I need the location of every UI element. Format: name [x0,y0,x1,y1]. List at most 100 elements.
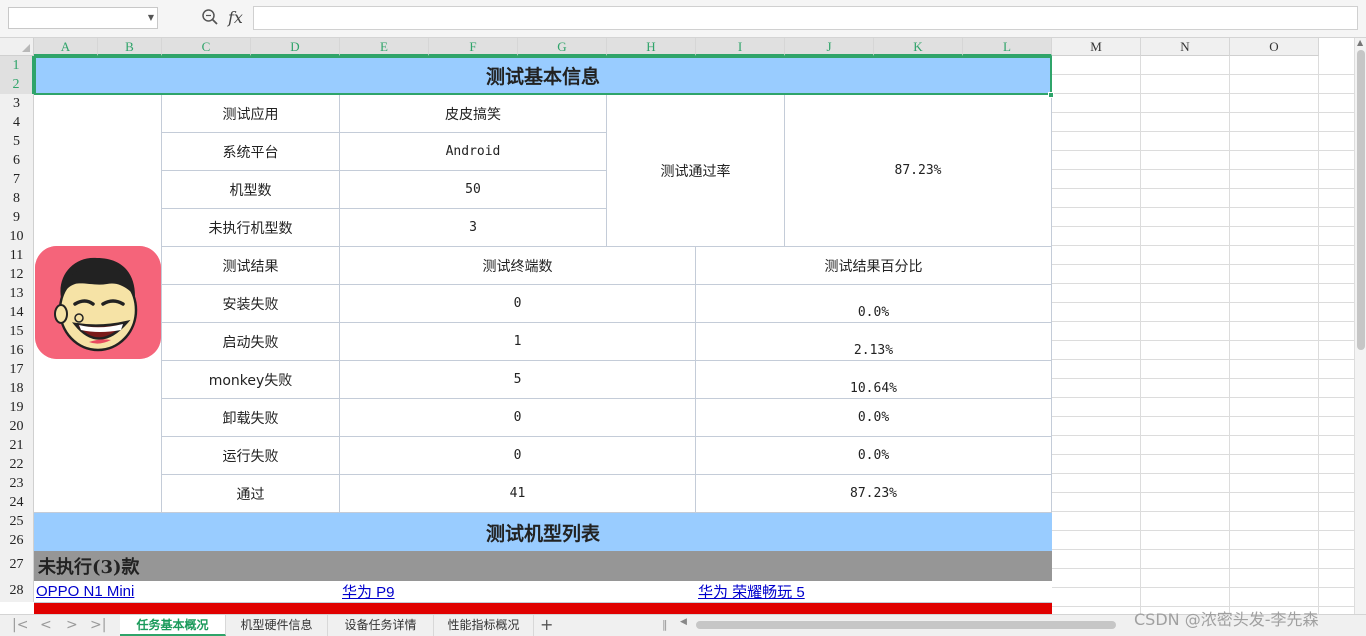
result-label[interactable]: 运行失败 [162,437,340,475]
column-header[interactable]: I [696,38,785,56]
row-header[interactable]: 28 [0,580,34,602]
row-header[interactable]: 11 [0,246,34,265]
column-header[interactable]: H [607,38,696,56]
results-header-result[interactable]: 测试结果 [162,247,340,285]
zoom-icon[interactable] [201,8,219,26]
model-link[interactable]: 华为 荣耀畅玩 5 [696,581,1052,603]
row-header[interactable]: 10 [0,227,34,246]
column-header[interactable]: G [518,38,607,56]
vertical-scrollbar[interactable]: ▲ [1354,38,1366,614]
pass-rate-label[interactable]: 测试通过率 [607,95,785,247]
row-header[interactable]: 22 [0,455,34,474]
row-header[interactable]: 23 [0,474,34,493]
column-header[interactable]: B [98,38,162,56]
last-sheet-icon[interactable]: >| [90,617,106,633]
result-count[interactable]: 1 [340,323,696,361]
split-handle-icon[interactable]: ‖ [662,618,668,631]
row-header[interactable]: 14 [0,303,34,322]
column-header[interactable]: L [963,38,1052,56]
column-header[interactable]: A [34,38,98,56]
column-header[interactable]: F [429,38,518,56]
result-percent[interactable]: 0.0% [696,285,1052,323]
row-header[interactable]: 5 [0,132,34,151]
result-label[interactable]: 安装失败 [162,285,340,323]
column-header[interactable]: O [1230,38,1319,56]
result-count[interactable]: 0 [340,437,696,475]
results-header-count[interactable]: 测试终端数 [340,247,696,285]
info-value-app[interactable]: 皮皮搞笑 [340,95,607,133]
result-percent[interactable]: 0.0% [696,437,1052,475]
row-header[interactable]: 27 [0,550,34,580]
result-percent[interactable]: 2.13% [696,323,1052,361]
name-box[interactable]: ▼ [8,7,158,29]
chevron-down-icon[interactable]: ▼ [148,13,154,22]
row-header[interactable]: 2 [0,75,34,94]
row-header[interactable]: 20 [0,417,34,436]
row-header[interactable]: 16 [0,341,34,360]
row-header[interactable]: 13 [0,284,34,303]
failure-section-header[interactable] [34,603,1052,614]
pass-rate-value[interactable]: 87.23% [785,95,1052,247]
result-label[interactable]: monkey失败 [162,361,340,399]
results-header-percent[interactable]: 测试结果百分比 [696,247,1052,285]
result-count[interactable]: 0 [340,285,696,323]
result-count[interactable]: 0 [340,399,696,437]
model-link[interactable]: OPPO N1 Mini [34,581,340,603]
result-count[interactable]: 41 [340,475,696,513]
result-count[interactable]: 5 [340,361,696,399]
sheet-tab-hardware[interactable]: 机型硬件信息 [226,615,328,636]
column-header[interactable]: D [251,38,340,56]
fx-icon[interactable]: fx [228,8,243,27]
column-header[interactable]: M [1052,38,1141,56]
row-header[interactable]: 7 [0,170,34,189]
next-sheet-icon[interactable]: > [66,617,78,633]
row-header[interactable]: 19 [0,398,34,417]
vertical-scroll-thumb[interactable] [1357,50,1365,350]
row-header[interactable]: 3 [0,94,34,113]
row-header[interactable]: 12 [0,265,34,284]
scroll-up-icon[interactable]: ▲ [1357,38,1363,47]
row-header[interactable]: 4 [0,113,34,132]
info-label-device-count[interactable]: 机型数 [162,171,340,209]
model-link[interactable]: 华为 P9 [340,581,696,603]
info-value-platform[interactable]: Android [340,133,607,171]
info-value-not-executed[interactable]: 3 [340,209,607,247]
row-header[interactable]: 18 [0,379,34,398]
row-header[interactable]: 6 [0,151,34,170]
sheet-tab-overview[interactable]: 任务基本概况 [120,615,226,636]
horizontal-scrollbar[interactable]: ◀ [676,617,1126,631]
add-sheet-icon[interactable]: + [540,615,553,635]
sheet-tab-performance[interactable]: 性能指标概况 [434,615,534,636]
formula-input[interactable] [253,6,1358,30]
info-label-platform[interactable]: 系统平台 [162,133,340,171]
row-header[interactable]: 1 [0,56,34,75]
column-header[interactable]: C [162,38,251,56]
fill-handle[interactable] [1048,92,1054,98]
horizontal-scroll-thumb[interactable] [696,621,1116,629]
row-header[interactable]: 15 [0,322,34,341]
first-sheet-icon[interactable]: |< [12,617,28,633]
sheet-tab-task-details[interactable]: 设备任务详情 [328,615,434,636]
row-header[interactable]: 9 [0,208,34,227]
column-header[interactable]: K [874,38,963,56]
column-header[interactable]: N [1141,38,1230,56]
info-value-device-count[interactable]: 50 [340,171,607,209]
info-label-not-executed[interactable]: 未执行机型数 [162,209,340,247]
result-percent[interactable]: 0.0% [696,399,1052,437]
prev-sheet-icon[interactable]: < [40,617,52,633]
column-header[interactable]: E [340,38,429,56]
row-header[interactable]: 8 [0,189,34,208]
row-header[interactable]: 24 [0,493,34,512]
row-header[interactable]: 17 [0,360,34,379]
empty-grid-area[interactable] [1052,56,1354,614]
not-executed-header[interactable]: 未执行(3)款 [34,551,1052,581]
column-header[interactable]: J [785,38,874,56]
report-title[interactable]: 测试基本信息 [34,56,1052,95]
result-label[interactable]: 启动失败 [162,323,340,361]
result-percent[interactable]: 10.64% [696,361,1052,399]
info-label-app[interactable]: 测试应用 [162,95,340,133]
scroll-left-icon[interactable]: ◀ [680,617,687,627]
result-label[interactable]: 通过 [162,475,340,513]
row-header[interactable]: 25 [0,512,34,531]
result-label[interactable]: 卸载失败 [162,399,340,437]
